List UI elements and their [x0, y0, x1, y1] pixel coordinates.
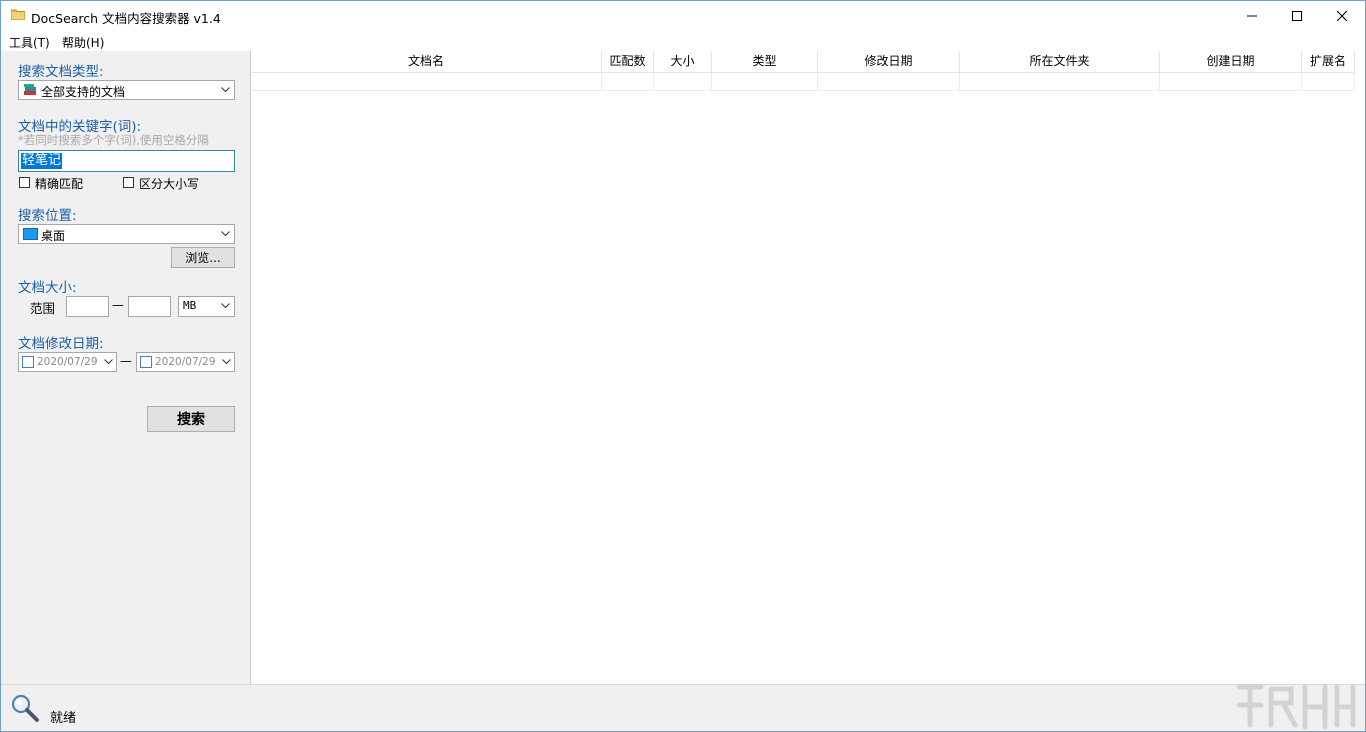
location-label: 搜索位置: [18, 204, 77, 224]
date-to-picker[interactable]: 2020/07/29 [136, 352, 235, 372]
column-header-filename[interactable]: 文档名 [251, 51, 602, 72]
table-row [251, 73, 1355, 91]
app-window: DocSearch 文档内容搜索器 v1.4 工具(T) 帮助(H) 搜索文档类… [0, 0, 1366, 732]
results-table[interactable]: 文档名 匹配数 大小 类型 修改日期 所在文件夹 创建日期 扩展名 [251, 51, 1365, 684]
search-button[interactable]: 搜索 [147, 406, 235, 432]
table-cell [1160, 73, 1302, 90]
close-icon [1337, 11, 1347, 21]
table-header: 文档名 匹配数 大小 类型 修改日期 所在文件夹 创建日期 扩展名 [251, 51, 1355, 73]
case-sensitive-label: 区分大小写 [139, 175, 199, 192]
exact-match-checkbox[interactable] [19, 177, 30, 188]
keyword-hint: *若同时搜索多个字(词),使用空格分隔 [18, 132, 209, 148]
title-bar[interactable]: DocSearch 文档内容搜索器 v1.4 [1, 1, 1365, 31]
maximize-icon [1292, 11, 1302, 21]
menu-bar: 工具(T) 帮助(H) [1, 31, 1365, 51]
size-unit-select[interactable]: MB [178, 296, 235, 317]
column-header-type[interactable]: 类型 [712, 51, 818, 72]
column-header-matches[interactable]: 匹配数 [602, 51, 654, 72]
date-from-checkbox[interactable] [22, 356, 34, 368]
status-text: 就绪 [50, 707, 76, 726]
column-header-folder[interactable]: 所在文件夹 [960, 51, 1160, 72]
date-to-value: 2020/07/29 [155, 356, 216, 368]
watermark-logo [1231, 677, 1359, 732]
column-header-created[interactable]: 创建日期 [1160, 51, 1302, 72]
table-cell [712, 73, 818, 90]
range-label: 范围 [30, 298, 55, 317]
minimize-button[interactable] [1229, 1, 1275, 31]
chevron-down-icon [221, 231, 230, 237]
chevron-down-icon [221, 87, 230, 93]
folder-icon [11, 9, 25, 20]
case-sensitive-checkbox[interactable] [123, 177, 134, 188]
table-cell [251, 73, 602, 90]
date-from-value: 2020/07/29 [37, 356, 98, 368]
table-cell [818, 73, 960, 90]
magnifier-icon [10, 693, 40, 723]
size-label: 文档大小: [18, 276, 77, 296]
exact-match-label: 精确匹配 [35, 175, 83, 192]
column-header-modified[interactable]: 修改日期 [818, 51, 960, 72]
maximize-button[interactable] [1274, 1, 1320, 31]
keyword-input[interactable]: 轻笔记 [18, 150, 235, 172]
menu-tools[interactable]: 工具(T) [9, 34, 50, 51]
chevron-down-icon [104, 359, 113, 365]
table-cell [602, 73, 654, 90]
date-label: 文档修改日期: [18, 332, 104, 352]
doc-type-label: 搜索文档类型: [18, 60, 104, 80]
date-to-checkbox[interactable] [140, 356, 152, 368]
window-title: DocSearch 文档内容搜索器 v1.4 [31, 8, 221, 27]
search-panel: 搜索文档类型: 全部支持的文档 文档中的关键字(词): *若同时搜索多个字(词)… [1, 51, 251, 684]
chevron-down-icon [221, 303, 230, 309]
doc-type-value: 全部支持的文档 [41, 83, 125, 100]
location-select[interactable]: 桌面 [18, 224, 235, 244]
date-separator: — [120, 354, 132, 368]
chevron-down-icon [222, 359, 231, 365]
date-from-picker[interactable]: 2020/07/29 [18, 352, 117, 372]
location-value: 桌面 [41, 227, 65, 244]
size-unit-value: MB [183, 299, 196, 312]
books-icon [23, 83, 38, 97]
table-cell [1302, 73, 1355, 90]
table-cell [654, 73, 712, 90]
status-bar: 就绪 [1, 684, 1365, 732]
desktop-icon [23, 228, 38, 240]
table-cell [960, 73, 1160, 90]
keyword-value: 轻笔记 [21, 153, 62, 169]
close-button[interactable] [1319, 1, 1365, 31]
size-max-input[interactable] [128, 296, 171, 317]
browse-button[interactable]: 浏览... [171, 247, 235, 268]
menu-help[interactable]: 帮助(H) [62, 34, 104, 51]
doc-type-select[interactable]: 全部支持的文档 [18, 80, 235, 100]
column-header-size[interactable]: 大小 [654, 51, 712, 72]
minimize-icon [1247, 11, 1257, 21]
size-min-input[interactable] [66, 296, 109, 317]
range-separator: — [112, 298, 124, 312]
column-header-extension[interactable]: 扩展名 [1302, 51, 1355, 72]
